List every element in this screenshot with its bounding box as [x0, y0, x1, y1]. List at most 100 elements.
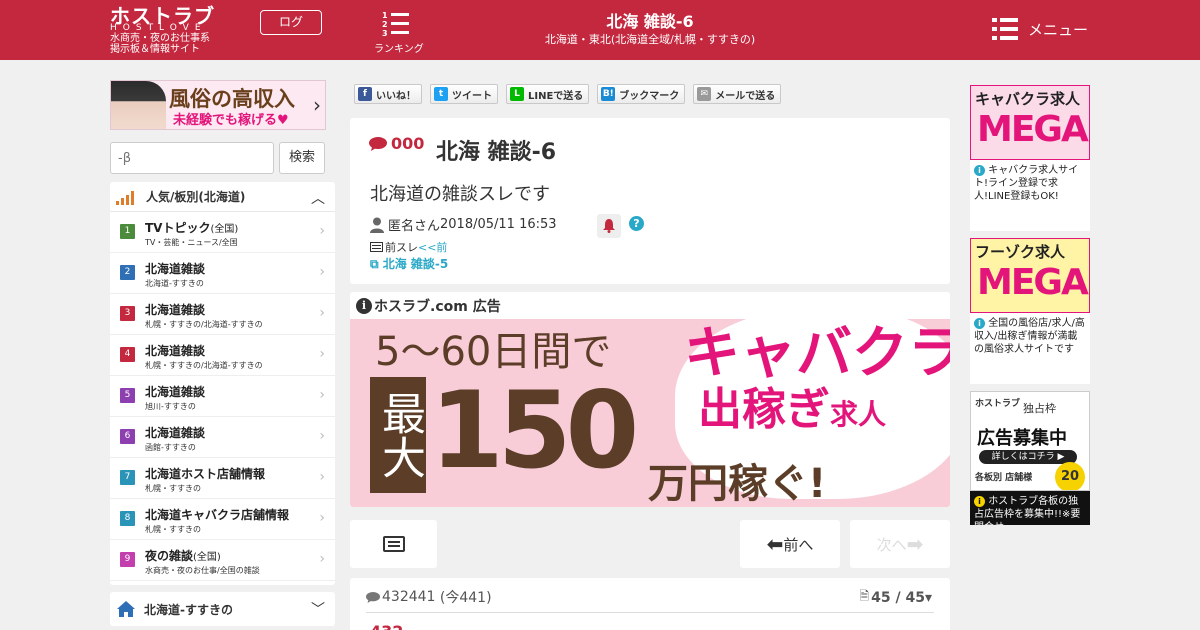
link-icon: ⧉	[370, 257, 383, 271]
share-button[interactable]: L LINEで送る	[506, 84, 590, 104]
caret-down-icon: ▾	[924, 589, 932, 606]
prev-page-button[interactable]: ⬅ 前へ	[740, 520, 840, 568]
comment-icon	[366, 591, 380, 603]
board-area: 札幌・すすきの/北海道-すすきの	[145, 361, 263, 370]
board-list-item[interactable]: 5 北海道雑談 旭川-すすきの ›	[110, 376, 335, 417]
chevron-right-icon: ›	[319, 223, 325, 239]
prev-thread-link[interactable]: ⧉ 北海 雑談-5	[370, 255, 448, 272]
chevron-right-icon: ›	[319, 428, 325, 444]
share-button[interactable]: ✉ メールで送る	[693, 84, 782, 104]
share-icon: t	[434, 87, 448, 101]
notification-button[interactable]	[597, 214, 621, 238]
share-button[interactable]: f いいね！	[354, 84, 422, 104]
info-icon: i	[974, 496, 985, 507]
prev-thread-title: 北海 雑談-5	[382, 257, 449, 271]
board-list-item[interactable]: 2 北海道雑談 北海道-すすきの ›	[110, 253, 335, 294]
board-name: 北海道雑談	[145, 260, 205, 277]
signal-bars-icon	[116, 189, 138, 205]
site-logo[interactable]: ホストラブ HOSTLOVE 水商売・夜のお仕事系 掲示板＆情報サイト	[110, 6, 260, 55]
response-total: 432441	[382, 589, 436, 605]
logo-subtext: HOSTLOVE	[110, 23, 207, 33]
board-list-item[interactable]: 7 北海道ホスト店舗情報 札幌・すすきの ›	[110, 458, 335, 499]
share-icon: B!	[601, 87, 616, 101]
kyaba-mega-desc: i キャバクラ求人サイト!ライン登録で求人!LINE登録もOK!	[970, 160, 1090, 203]
share-icon: ✉	[697, 87, 712, 101]
rank-badge: 1	[120, 224, 135, 239]
board-area: 札幌・すすきの/北海道-すすきの	[145, 320, 263, 329]
chevron-right-icon: ›	[319, 264, 325, 280]
kyaba-mega-word: MEGA	[977, 109, 1089, 150]
board-list-item[interactable]: 1 TVトピック(全国) TV・芸能・ニュース/全国 ›	[110, 212, 335, 253]
rank-badge: 5	[120, 388, 135, 403]
board-list-item[interactable]: 3 北海道雑談 札幌・すすきの/北海道-すすきの ›	[110, 294, 335, 335]
post-id-text: 000	[391, 134, 425, 153]
page-selector[interactable]: 🗎 45 / 45 ▾	[859, 587, 932, 608]
home-board-panel[interactable]: 北海道-すすきの ﹀	[110, 592, 335, 626]
share-icon: L	[510, 87, 524, 101]
kyaba-mega-title: キャバクラ求人	[975, 90, 1081, 108]
info-icon: i	[356, 298, 372, 314]
fuzoku-mega-ad[interactable]: フーゾク求人 MEGA i 全国の風俗店/求人/高収入/出稼ぎ情報が満載の風俗求…	[970, 238, 1090, 384]
chevron-up-icon[interactable]: ︿	[311, 188, 325, 208]
own-ad-footer: 各板別 店舗様	[975, 473, 1033, 483]
post-author: 匿名さん	[388, 219, 441, 234]
share-label: ブックマーク	[619, 90, 680, 102]
ad-dekasegi-line: 出稼ぎ求人	[698, 385, 886, 440]
help-icon[interactable]: ?	[629, 216, 644, 231]
list-icon	[382, 536, 405, 552]
chevron-right-icon: ›	[319, 469, 325, 485]
ad-kyujin-text: 求人	[830, 398, 887, 431]
response-today: (今441)	[439, 590, 492, 606]
share-button[interactable]: B! ブックマーク	[597, 84, 686, 104]
ad-dekasegi-text: 出稼ぎ	[698, 384, 830, 435]
board-name-text: 北海道雑談	[145, 262, 206, 276]
next-response-text: 432	[370, 622, 403, 630]
model-photo	[111, 81, 166, 129]
home-icon	[117, 601, 135, 617]
kyaba-mega-ad[interactable]: キャバクラ求人 MEGA i キャバクラ求人サイト!ライン登録で求人!LINE登…	[970, 85, 1090, 231]
thread-list-button[interactable]	[350, 520, 437, 568]
board-list-item[interactable]: 6 北海道雑談 函館-すすきの ›	[110, 417, 335, 458]
board-area: 北海道-すすきの	[145, 279, 204, 288]
previous-thread-line: 前スレ <<前	[370, 239, 447, 255]
bell-icon	[603, 219, 615, 233]
fuzoku-mega-word: MEGA	[977, 262, 1089, 303]
board-area: 函館-すすきの	[145, 443, 196, 452]
board-name: 北海道雑談	[145, 342, 205, 359]
info-icon: i	[974, 318, 985, 329]
next-response-id: 432	[370, 622, 403, 630]
board-ranking-header[interactable]: 人気/板別(北海道) ︿	[110, 182, 335, 212]
post-meta: 匿名さん 2018/05/11 16:53	[370, 215, 557, 234]
board-name: TVトピック(全国)	[145, 219, 238, 236]
menu-button[interactable]: メニュー	[992, 18, 1088, 40]
own-ad-badge: 20	[1055, 462, 1085, 490]
own-ad-desc: i ホストラブ各板の独占広告枠を募集中!!※要問合せ	[970, 491, 1090, 525]
prev-link[interactable]: <<前	[418, 239, 447, 255]
board-name-text: 北海道ホスト店舗情報	[145, 467, 266, 481]
dekasegi-ad-banner[interactable]: 5〜60日間で 最大 150 万円稼ぐ! キャバクラ 出稼ぎ求人	[350, 319, 950, 507]
share-label: ツイート	[452, 90, 492, 102]
search-input[interactable]	[110, 142, 274, 174]
search-button[interactable]: 検索	[279, 142, 325, 174]
own-ad-headline: 広告募集中	[977, 428, 1067, 449]
ad-yen-text: 万円稼ぐ!	[648, 461, 827, 507]
chevron-right-icon: ›	[319, 551, 325, 567]
logo-tagline: 水商売・夜のお仕事系 掲示板＆情報サイト	[110, 33, 210, 55]
menu-label: メニュー	[1028, 20, 1089, 39]
page-title: 北海 雑談-6	[606, 12, 694, 31]
thread-title: 北海 雑談-6	[436, 140, 557, 165]
login-button[interactable]: ログ	[260, 10, 322, 35]
fuzoku-mega-desc: i 全国の風俗店/求人/高収入/出稼ぎ情報が満載の風俗求人サイトです	[970, 313, 1090, 356]
board-list-item[interactable]: 8 北海道キャバクラ店舗情報 札幌・すすきの ›	[110, 499, 335, 540]
prev-label: 前スレ	[385, 241, 418, 254]
own-ad-logo: ホストラブ	[975, 399, 1021, 409]
fuzoku-ad-banner[interactable]: 風俗の高収入 未経験でも稼げる♥ ›	[110, 80, 326, 130]
board-name-text: 北海道雑談	[145, 426, 206, 440]
ad-recruitment-box[interactable]: ホストラブ 独占枠 広告募集中 詳しくはコチラ ▶ 各板別 店舗様 20 i ホ…	[970, 391, 1090, 525]
page-subtitle: 北海道・東北(北海道全域/札幌・すすきの)	[544, 33, 756, 46]
share-button[interactable]: t ツイート	[430, 84, 498, 104]
board-list-item[interactable]: 9 夜の雑談(全国) 水商売・夜のお仕事/全国の雑談 ›	[110, 540, 335, 581]
chevron-down-icon: ﹀	[311, 602, 325, 618]
board-list-item[interactable]: 4 北海道雑談 札幌・すすきの/北海道-すすきの ›	[110, 335, 335, 376]
ranking-button[interactable]: 1 2 3 ランキング	[374, 10, 424, 55]
